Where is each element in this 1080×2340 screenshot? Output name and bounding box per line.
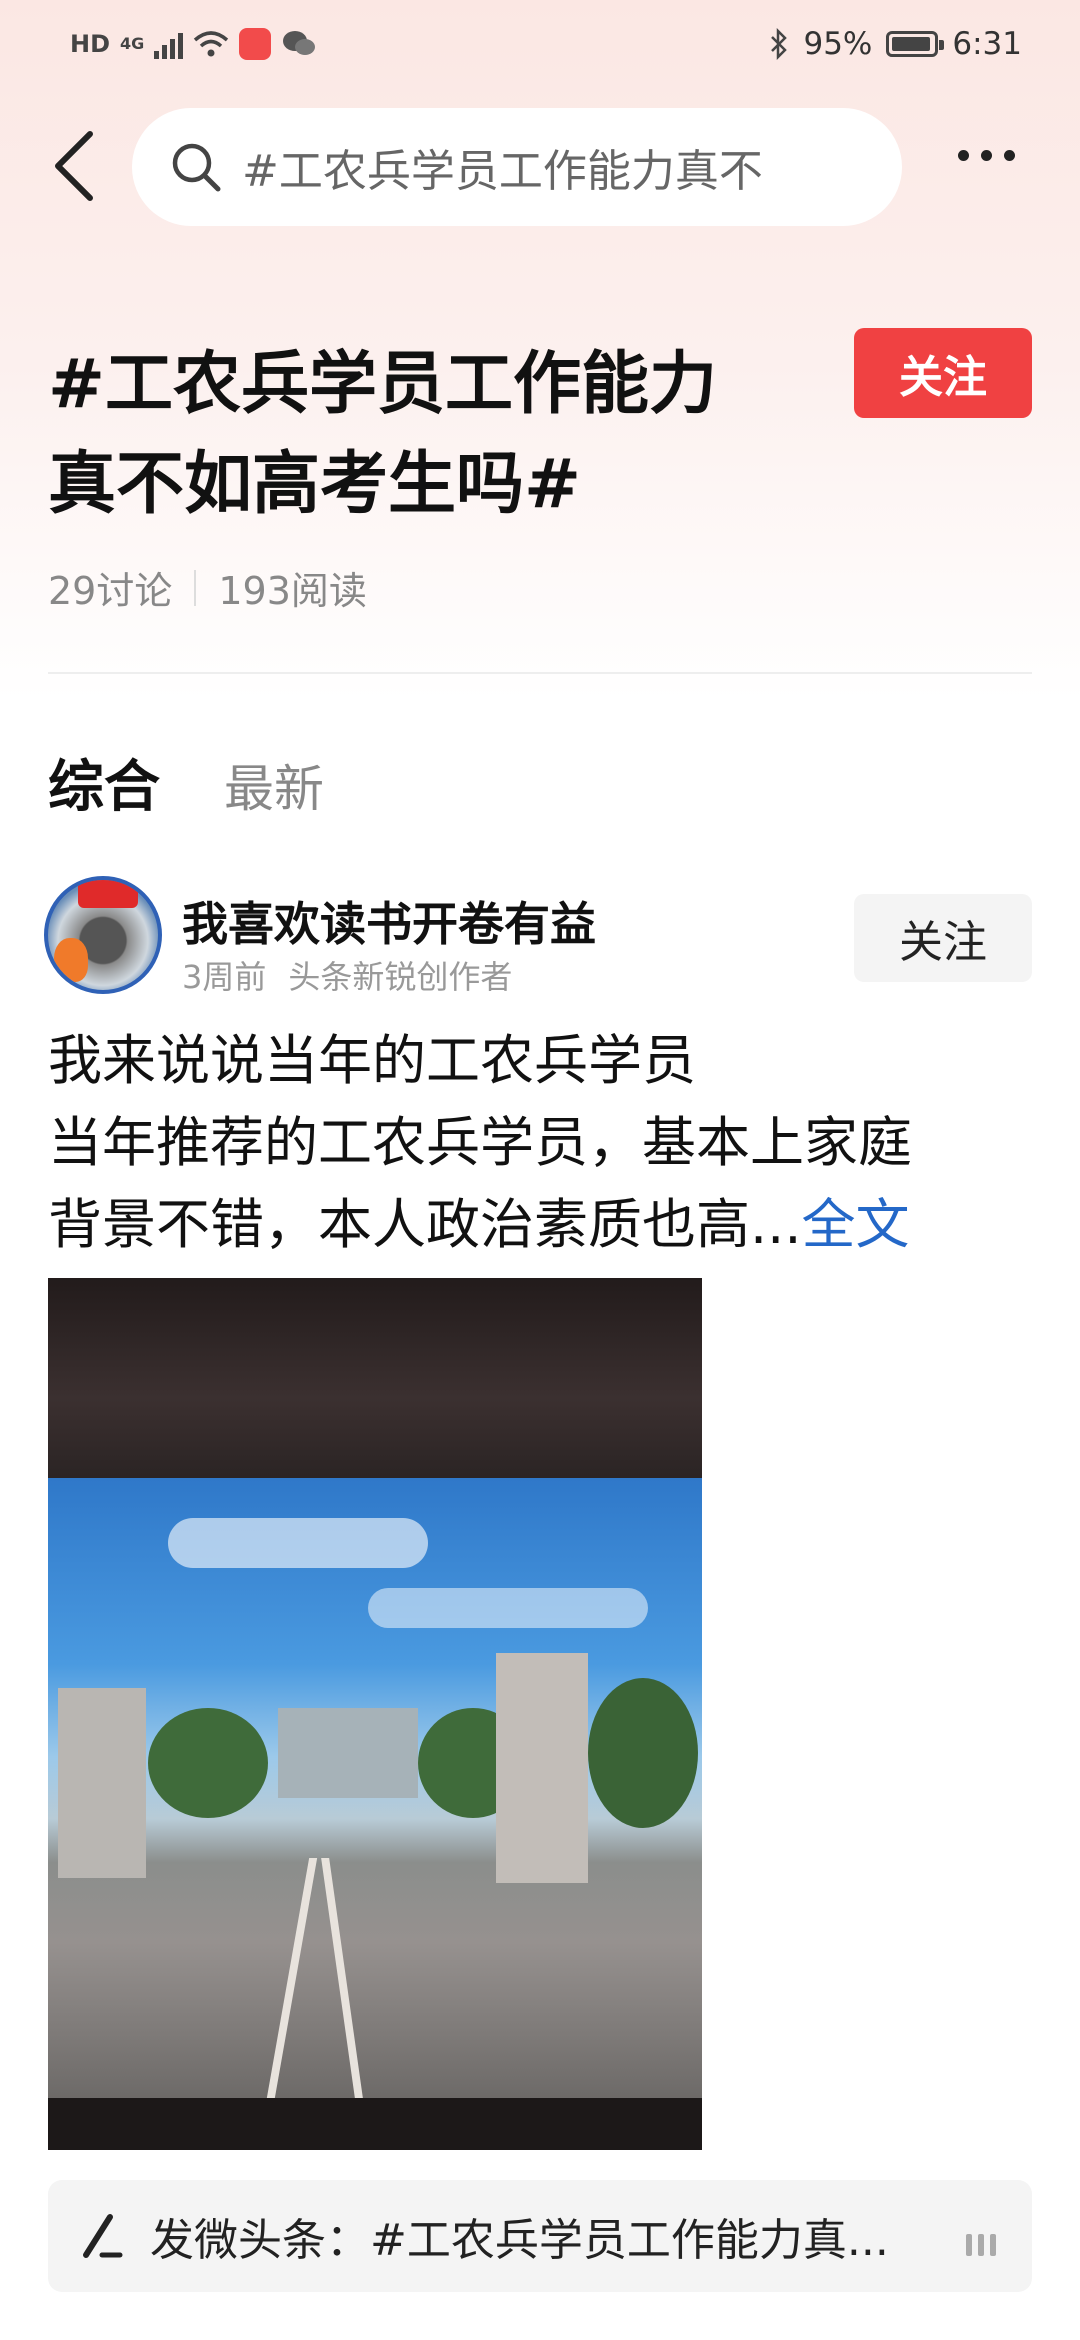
- scroll-indicator-icon: [966, 2234, 996, 2256]
- road-line: [321, 1858, 363, 2098]
- topic-stats: 29讨论 193阅读: [48, 560, 367, 615]
- pen-icon: [83, 2214, 123, 2258]
- feed-tabs: 综合 最新: [48, 742, 324, 823]
- gate-pillar-right: [496, 1653, 588, 1883]
- clock: 6:31: [952, 26, 1022, 62]
- app-notification-icon: [239, 28, 272, 60]
- wechat-icon: [283, 31, 316, 55]
- status-left: HD 4G: [70, 28, 317, 60]
- section-divider: [48, 672, 1032, 674]
- tree: [148, 1708, 268, 1818]
- topic-title-line2: 真不如高考生吗#: [48, 445, 581, 524]
- read-count: 193阅读: [218, 569, 367, 613]
- topic-title-line1: #工农兵学员工作能力: [48, 345, 717, 424]
- post-line-2: 当年推荐的工农兵学员，基本上家庭: [48, 1111, 912, 1174]
- avatar[interactable]: [44, 876, 162, 994]
- post-image[interactable]: [48, 1278, 702, 2150]
- post-time: 3周前: [182, 958, 267, 996]
- follow-author-button[interactable]: 关注: [854, 894, 1032, 982]
- post-line-3: 背景不错，本人政治素质也高...全文: [48, 1184, 1038, 1266]
- discussion-count: 29讨论: [48, 569, 173, 613]
- battery-icon: [886, 31, 945, 57]
- composer-text: 发微头条：#工农兵学员工作能力真...: [150, 2215, 889, 2266]
- tab-latest[interactable]: 最新: [224, 749, 324, 821]
- search-bar[interactable]: #工农兵学员工作能力真不: [132, 108, 902, 226]
- post-text[interactable]: 我来说说当年的工农兵学员 当年推荐的工农兵学员，基本上家庭 背景不错，本人政治素…: [48, 1020, 1038, 1266]
- search-input-text[interactable]: #工农兵学员工作能力真不: [242, 135, 862, 199]
- cloud: [168, 1518, 428, 1568]
- post-meta: 3周前 头条新锐创作者: [182, 952, 512, 998]
- road-line: [266, 1858, 318, 2098]
- post-line-3-text: 背景不错，本人政治素质也高...: [48, 1193, 802, 1256]
- network-type: 4G: [120, 34, 145, 53]
- image-dark-region: [48, 1278, 702, 1478]
- stats-divider: [194, 569, 197, 606]
- status-right: 95% 6:31: [769, 26, 1022, 62]
- post-line-1: 我来说说当年的工农兵学员: [48, 1029, 696, 1092]
- flame-decoration: [54, 938, 88, 982]
- author-name[interactable]: 我喜欢读书开卷有益: [182, 888, 596, 954]
- topic-title: #工农兵学员工作能力 真不如高考生吗#: [48, 335, 808, 535]
- follow-topic-button[interactable]: 关注: [854, 328, 1032, 418]
- cloud: [368, 1588, 648, 1628]
- gate-pillar-left: [58, 1688, 146, 1878]
- author-tag: 头条新锐创作者: [288, 958, 513, 996]
- battery-percent: 95%: [803, 26, 873, 62]
- tree: [588, 1678, 698, 1828]
- tab-comprehensive[interactable]: 综合: [48, 742, 160, 823]
- post-composer[interactable]: 发微头条：#工农兵学员工作能力真...: [48, 2180, 1032, 2292]
- more-icon[interactable]: [958, 150, 1015, 161]
- status-bar: HD 4G 95% 6:31: [0, 0, 1080, 90]
- search-icon: [172, 143, 221, 192]
- image-campus-scene: [48, 1478, 702, 2098]
- signal-icon: [154, 29, 184, 59]
- bluetooth-icon: [771, 28, 788, 60]
- full-text-link[interactable]: 全文: [802, 1193, 910, 1256]
- building: [278, 1708, 418, 1798]
- hd-indicator: HD: [70, 30, 111, 58]
- image-bottom-dark: [48, 2098, 702, 2150]
- wifi-icon: [194, 31, 229, 57]
- back-arrow-icon[interactable]: [50, 130, 102, 202]
- hot-badge: [78, 880, 138, 908]
